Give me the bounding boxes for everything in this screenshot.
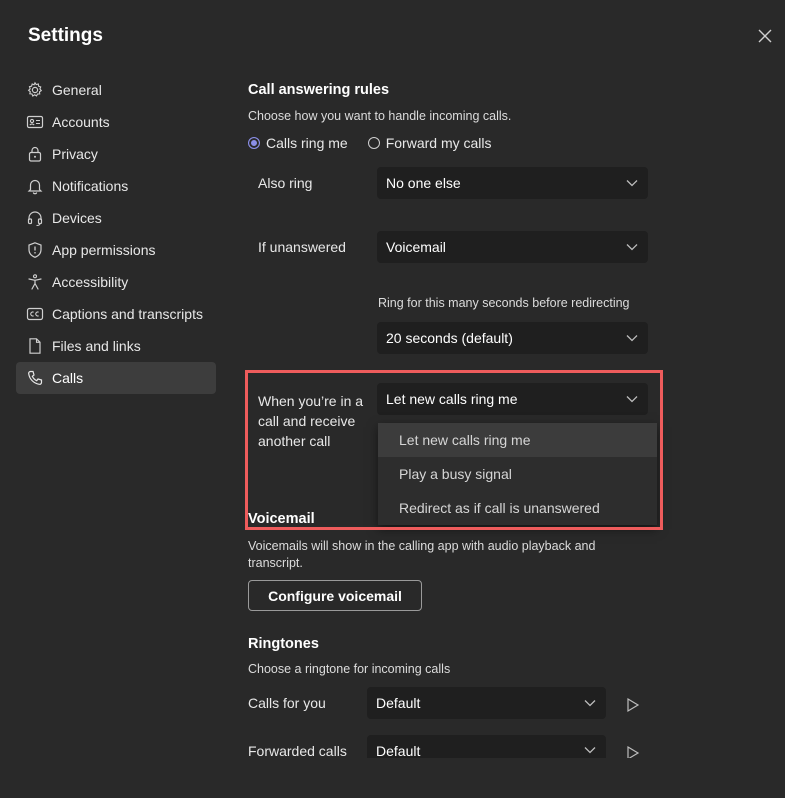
ring-seconds-label: Ring for this many seconds before redire… xyxy=(378,296,630,310)
chevron-down-icon xyxy=(626,335,638,342)
call-answering-heading: Call answering rules xyxy=(248,82,390,98)
phone-icon xyxy=(26,369,44,387)
id-card-icon xyxy=(26,113,44,131)
calls-ring-me-radio[interactable]: Calls ring me xyxy=(248,135,348,151)
select-value: Default xyxy=(376,743,421,759)
select-value: 20 seconds (default) xyxy=(386,330,513,346)
in-call-dropdown-menu: Let new calls ring me Play a busy signal… xyxy=(378,423,657,525)
voicemail-description: Voicemails will show in the calling app … xyxy=(248,538,648,572)
if-unanswered-select[interactable]: Voicemail xyxy=(377,231,648,263)
chevron-down-icon xyxy=(626,244,638,251)
ringtones-description: Choose a ringtone for incoming calls xyxy=(248,662,451,676)
chevron-down-icon xyxy=(626,180,638,187)
in-call-select[interactable]: Let new calls ring me xyxy=(377,383,648,415)
page-title: Settings xyxy=(28,25,103,46)
forwarded-calls-label: Forwarded calls xyxy=(248,743,347,759)
play-icon[interactable] xyxy=(625,697,641,713)
gear-icon xyxy=(26,81,44,99)
ringtones-heading: Ringtones xyxy=(248,636,319,652)
in-call-label-line: When you’re in a xyxy=(258,393,364,409)
sidebar-item-calls[interactable]: Calls xyxy=(16,362,216,394)
radio-label: Forward my calls xyxy=(385,135,492,151)
sidebar-item-accessibility[interactable]: Accessibility xyxy=(16,266,216,298)
in-call-label-line: another call xyxy=(258,433,331,449)
voicemail-heading: Voicemail xyxy=(248,511,315,527)
bell-icon xyxy=(26,177,44,195)
voicemail-description-line: transcript. xyxy=(248,556,303,570)
radio-unselected-icon xyxy=(367,137,380,149)
sidebar-item-label: Captions and transcripts xyxy=(52,306,203,322)
bottom-fade xyxy=(0,758,785,798)
call-answering-radio-group: Calls ring me Forward my calls xyxy=(248,135,512,151)
sidebar-item-label: General xyxy=(52,82,102,98)
in-call-label-line: call and receive xyxy=(258,413,356,429)
also-ring-select[interactable]: No one else xyxy=(377,167,648,199)
configure-voicemail-button[interactable]: Configure voicemail xyxy=(248,580,422,611)
menu-item-let-new-calls-ring[interactable]: Let new calls ring me xyxy=(378,423,657,457)
radio-selected-icon xyxy=(248,137,260,149)
menu-item-busy-signal[interactable]: Play a busy signal xyxy=(378,457,657,491)
calls-for-you-select[interactable]: Default xyxy=(367,687,606,719)
sidebar-item-files[interactable]: Files and links xyxy=(16,330,216,362)
select-value: Default xyxy=(376,695,421,711)
sidebar-item-label: App permissions xyxy=(52,242,156,258)
radio-label: Calls ring me xyxy=(266,135,348,151)
cc-icon xyxy=(26,305,44,323)
lock-icon xyxy=(26,145,44,163)
forwarded-calls-select[interactable]: Default xyxy=(367,735,606,759)
sidebar-item-label: Devices xyxy=(52,210,102,226)
calls-for-you-label: Calls for you xyxy=(248,695,326,711)
in-call-label: When you’re in a call and receive anothe… xyxy=(258,391,363,451)
shield-icon xyxy=(26,241,44,259)
headset-icon xyxy=(26,209,44,227)
select-value: Let new calls ring me xyxy=(386,391,518,407)
sidebar-item-devices[interactable]: Devices xyxy=(16,202,216,234)
ring-seconds-select[interactable]: 20 seconds (default) xyxy=(377,322,648,354)
sidebar-item-label: Calls xyxy=(52,370,84,386)
sidebar-item-privacy[interactable]: Privacy xyxy=(16,138,216,170)
sidebar-item-notifications[interactable]: Notifications xyxy=(16,170,216,202)
accessibility-icon xyxy=(26,273,44,291)
sidebar-item-label: Privacy xyxy=(52,146,98,162)
file-icon xyxy=(26,337,44,355)
sidebar-item-label: Notifications xyxy=(52,178,129,194)
call-answering-description: Choose how you want to handle incoming c… xyxy=(248,109,512,123)
chevron-down-icon xyxy=(626,396,638,403)
select-value: No one else xyxy=(386,175,461,191)
select-value: Voicemail xyxy=(386,239,446,255)
sidebar-item-accounts[interactable]: Accounts xyxy=(16,106,216,138)
sidebar-item-captions[interactable]: Captions and transcripts xyxy=(16,298,216,330)
sidebar-item-app-permissions[interactable]: App permissions xyxy=(16,234,216,266)
also-ring-label: Also ring xyxy=(258,175,313,191)
sidebar-item-label: Accounts xyxy=(52,114,110,130)
forward-my-calls-radio[interactable]: Forward my calls xyxy=(367,135,492,151)
chevron-down-icon xyxy=(584,747,596,754)
sidebar: General Accounts Privacy Notifications D… xyxy=(16,74,216,394)
sidebar-item-general[interactable]: General xyxy=(16,74,216,106)
menu-item-redirect[interactable]: Redirect as if call is unanswered xyxy=(378,491,657,525)
chevron-down-icon xyxy=(584,700,596,707)
close-icon[interactable] xyxy=(756,27,774,45)
if-unanswered-label: If unanswered xyxy=(258,239,346,255)
voicemail-description-line: Voicemails will show in the calling app … xyxy=(248,539,596,553)
sidebar-item-label: Files and links xyxy=(52,338,141,354)
sidebar-item-label: Accessibility xyxy=(52,274,129,290)
